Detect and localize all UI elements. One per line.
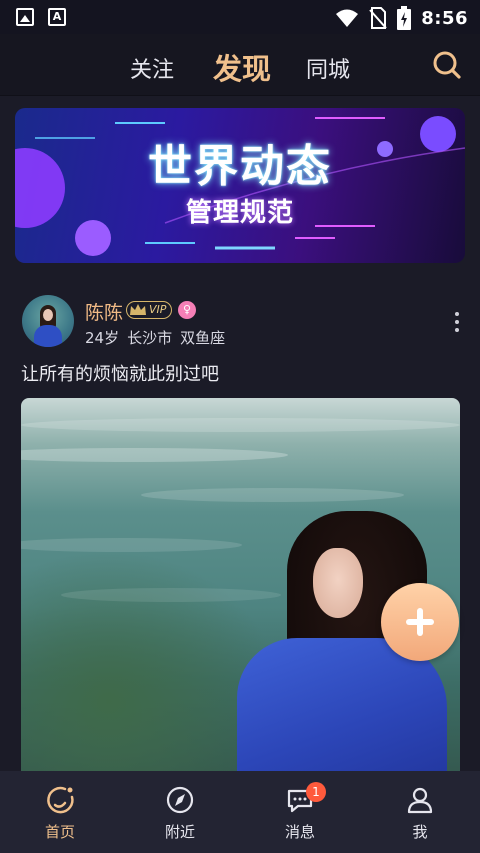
wifi-icon — [336, 9, 359, 27]
vip-label: VIP — [149, 303, 167, 316]
promo-banner[interactable]: 世界动态 管理规范 — [15, 108, 465, 263]
nav-messages-label: 消息 — [284, 823, 315, 841]
status-time: 8:56 — [421, 7, 468, 29]
no-sim-icon — [369, 7, 387, 29]
vip-badge: VIP — [126, 301, 172, 319]
tab-follow[interactable]: 关注 — [130, 52, 174, 84]
message-count-badge: 1 — [306, 782, 326, 802]
user-zodiac: 双鱼座 — [180, 329, 226, 347]
tab-discover[interactable]: 发现 — [213, 46, 271, 88]
avatar[interactable] — [22, 295, 74, 347]
banner-subtitle: 管理规范 — [185, 198, 294, 228]
female-icon: ♀ — [178, 301, 196, 319]
bottom-nav: 首页 附近 1 消息 我 — [0, 771, 480, 853]
banner-title: 世界动态 — [148, 141, 332, 192]
nav-home-label: 首页 — [44, 823, 75, 841]
profile-icon — [407, 787, 433, 814]
tab-local[interactable]: 同城 — [306, 52, 350, 84]
nav-me[interactable]: 我 — [380, 785, 460, 842]
user-age: 24岁 — [85, 329, 120, 347]
username[interactable]: 陈陈 — [85, 298, 123, 325]
user-meta: 24岁 长沙市 双鱼座 — [85, 327, 225, 348]
search-icon[interactable] — [432, 50, 462, 80]
nav-home[interactable]: 首页 — [20, 785, 100, 842]
more-options-icon[interactable] — [452, 311, 462, 333]
user-city: 长沙市 — [127, 329, 173, 347]
nav-me-label: 我 — [412, 823, 428, 841]
compass-icon — [166, 786, 194, 814]
image-icon — [16, 8, 34, 26]
nav-nearby[interactable]: 附近 — [140, 785, 220, 842]
post-caption: 让所有的烦恼就此别过吧 — [21, 364, 219, 385]
add-post-button[interactable] — [381, 583, 459, 661]
status-bar: A 8:56 — [0, 0, 480, 34]
crown-icon — [130, 304, 146, 315]
home-icon — [47, 786, 74, 814]
battery-icon — [397, 6, 412, 30]
top-nav: 关注 发现 同城 — [0, 34, 480, 96]
font-icon: A — [48, 8, 66, 26]
plus-icon — [406, 608, 434, 636]
nav-messages[interactable]: 1 消息 — [260, 782, 340, 842]
post-photo[interactable] — [21, 398, 460, 778]
nav-nearby-label: 附近 — [164, 823, 195, 841]
